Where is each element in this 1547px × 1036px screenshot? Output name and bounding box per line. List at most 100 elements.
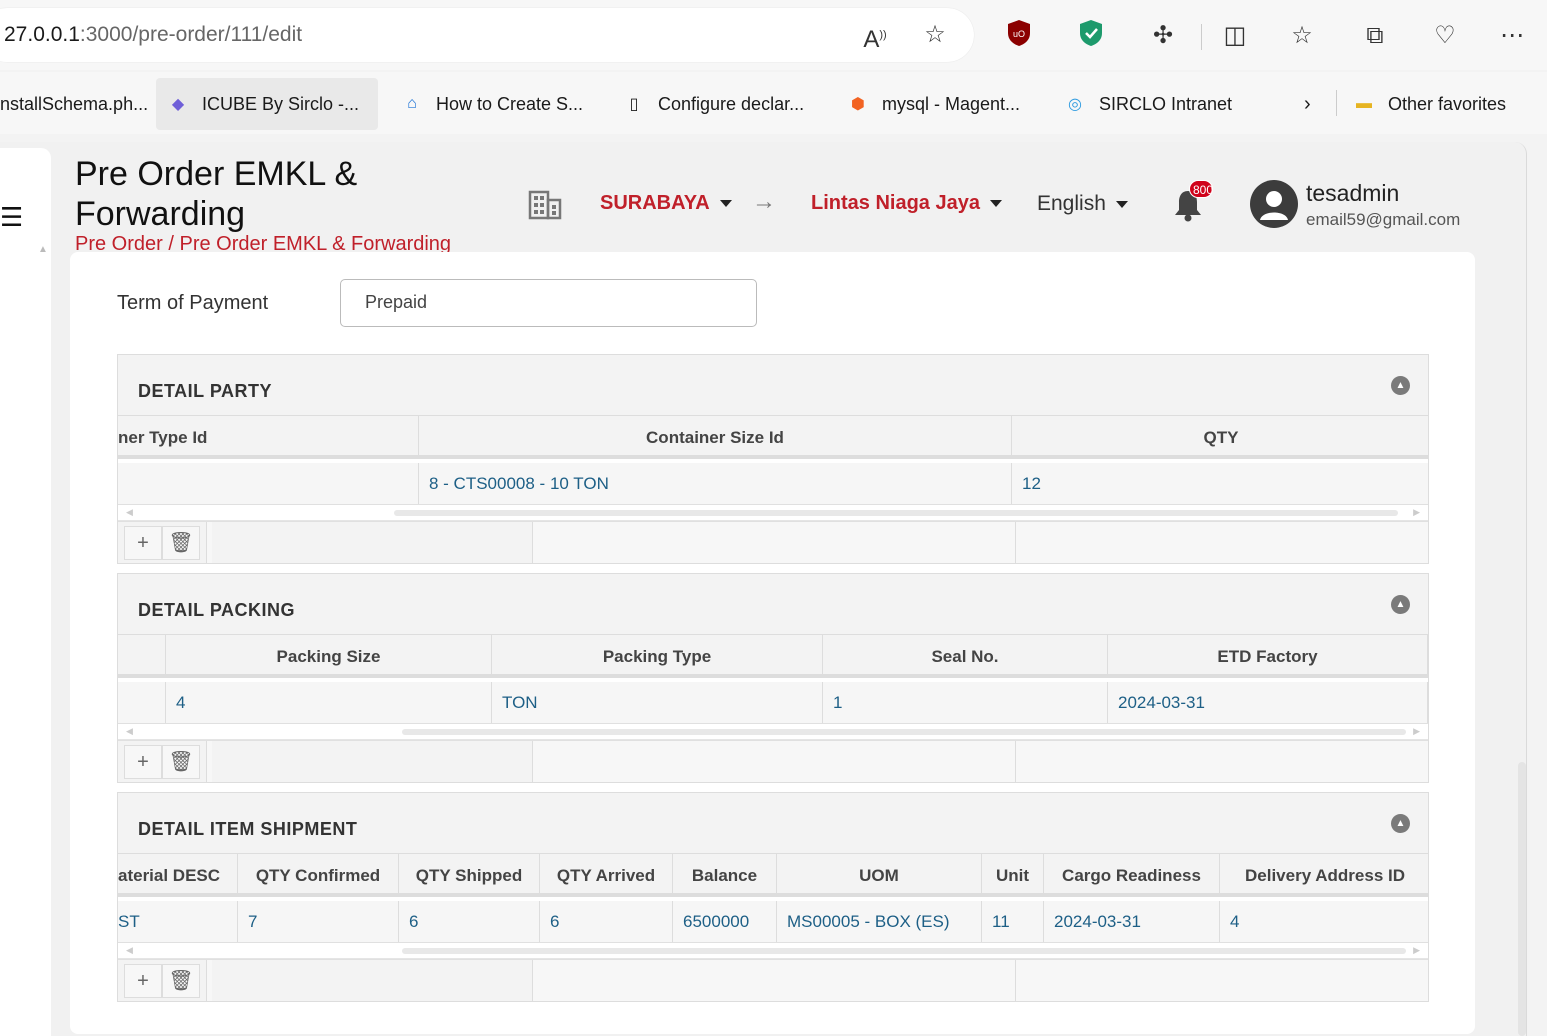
- trash-icon[interactable]: 🗑: [162, 745, 200, 779]
- add-row-button[interactable]: +: [124, 745, 162, 779]
- table-cell[interactable]: 7: [238, 901, 399, 942]
- column-header[interactable]: Seal No.: [823, 635, 1108, 678]
- table-cell[interactable]: ST: [118, 901, 238, 942]
- detail-item-shipment-grid: aterial DESC QTY Confirmed QTY Shipped Q…: [118, 853, 1428, 1001]
- favorites-list-icon[interactable]: ☆: [1285, 19, 1319, 53]
- grid-footer: + 🗑: [118, 521, 1428, 563]
- table-row[interactable]: 4 TON 1 2024-03-31: [118, 682, 1428, 724]
- page-scrollbar[interactable]: [1518, 762, 1526, 1036]
- more-menu-icon[interactable]: ⋯: [1495, 19, 1529, 53]
- hamburger-menu-icon[interactable]: ☰: [0, 204, 23, 230]
- detail-party-panel: DETAIL PARTY ▲ ner Type Id Container Siz…: [117, 354, 1429, 564]
- detail-packing-panel: DETAIL PACKING ▲ Packing Size Packing Ty…: [117, 573, 1429, 783]
- avatar[interactable]: [1250, 180, 1298, 228]
- trash-icon[interactable]: 🗑: [162, 526, 200, 560]
- collapse-icon[interactable]: ▲: [1391, 814, 1410, 833]
- footer-cell: [206, 960, 212, 1001]
- table-cell[interactable]: 6: [399, 901, 540, 942]
- table-cell[interactable]: 4: [1220, 901, 1428, 942]
- table-cell[interactable]: 11: [982, 901, 1044, 942]
- address-bar[interactable]: 27.0.0.1:3000/pre-order/111/edit A)) ☆: [0, 8, 974, 62]
- chevron-down-icon: [989, 200, 1002, 208]
- table-cell[interactable]: [118, 463, 419, 504]
- column-header[interactable]: QTY: [1012, 416, 1428, 459]
- grid-header: aterial DESC QTY Confirmed QTY Shipped Q…: [118, 853, 1428, 897]
- favorite-item[interactable]: ◎ SIRCLO Intranet: [1053, 78, 1242, 130]
- add-row-button[interactable]: +: [124, 526, 162, 560]
- extensions-puzzle-icon[interactable]: ✣: [1146, 19, 1180, 53]
- arrow-right-icon: →: [752, 188, 776, 215]
- column-header[interactable]: Delivery Address ID: [1220, 854, 1428, 897]
- favorite-item[interactable]: ⬢ mysql - Magent...: [836, 78, 1030, 130]
- detail-packing-grid: Packing Size Packing Type Seal No. ETD F…: [118, 634, 1428, 782]
- url-text[interactable]: 27.0.0.1:3000/pre-order/111/edit: [4, 23, 302, 47]
- horizontal-scrollbar[interactable]: ◀ ▶: [118, 505, 1428, 521]
- column-header[interactable]: Packing Size: [166, 635, 492, 678]
- table-cell[interactable]: 12: [1012, 463, 1428, 504]
- page-title: Pre Order EMKL & Forwarding: [75, 155, 358, 233]
- browser-essentials-icon[interactable]: ♡: [1428, 19, 1462, 53]
- column-header[interactable]: UOM: [777, 854, 982, 897]
- panel-title: DETAIL PARTY: [138, 381, 273, 401]
- location-selector[interactable]: SURABAYA: [600, 192, 732, 215]
- trash-icon[interactable]: 🗑: [162, 964, 200, 998]
- table-cell[interactable]: TON: [492, 682, 823, 723]
- table-cell[interactable]: 8 - CTS00008 - 10 TON: [419, 463, 1012, 504]
- chevron-right-icon[interactable]: ›: [1294, 78, 1321, 130]
- table-row[interactable]: ST 7 6 6 6500000 MS00005 - BOX (ES) 11 2…: [118, 901, 1428, 943]
- table-cell[interactable]: MS00005 - BOX (ES): [777, 901, 982, 942]
- panel-title: DETAIL PACKING: [138, 600, 296, 620]
- document-icon: ▯: [629, 96, 639, 113]
- table-cell[interactable]: 6500000: [673, 901, 777, 942]
- column-header[interactable]: Balance: [673, 854, 777, 897]
- toolbar-divider: [1201, 24, 1202, 50]
- star-icon[interactable]: ☆: [920, 20, 950, 50]
- horizontal-scrollbar[interactable]: ◀ ▶: [118, 943, 1428, 959]
- favorite-item[interactable]: ▯ Configure declar...: [612, 78, 814, 130]
- table-cell[interactable]: 2024-03-31: [1044, 901, 1220, 942]
- table-cell[interactable]: 4: [166, 682, 492, 723]
- column-header[interactable]: aterial DESC: [118, 854, 238, 897]
- scroll-up-icon[interactable]: ▲: [38, 244, 48, 255]
- column-header[interactable]: Unit: [982, 854, 1044, 897]
- column-header[interactable]: Container Size Id: [419, 416, 1012, 459]
- table-cell[interactable]: 6: [540, 901, 673, 942]
- collapse-icon[interactable]: ▲: [1391, 595, 1410, 614]
- grid-header: ner Type Id Container Size Id QTY: [118, 415, 1428, 459]
- user-email: email59@gmail.com: [1306, 210, 1461, 229]
- detail-party-grid: ner Type Id Container Size Id QTY 8 - CT…: [118, 415, 1428, 563]
- table-cell[interactable]: 2024-03-31: [1108, 682, 1428, 723]
- favorite-item[interactable]: ◆ ICUBE By Sirclo -...: [156, 78, 378, 130]
- split-screen-icon[interactable]: ◫: [1218, 19, 1252, 53]
- column-header[interactable]: Cargo Readiness: [1044, 854, 1220, 897]
- ublock-icon[interactable]: uO: [1002, 19, 1036, 53]
- grid-footer: + 🗑: [118, 740, 1428, 782]
- other-favorites[interactable]: ▬ Other favorites: [1342, 78, 1516, 130]
- app-window: ☰ ▲ Pre Order EMKL & Forwarding Pre Orde…: [0, 142, 1527, 1036]
- table-row[interactable]: 8 - CTS00008 - 10 TON 12: [118, 463, 1428, 505]
- favorite-item[interactable]: installSchema.ph...: [0, 78, 158, 130]
- term-of-payment-field[interactable]: Prepaid: [340, 279, 757, 327]
- column-header[interactable]: QTY Shipped: [399, 854, 540, 897]
- collections-icon[interactable]: ⧉: [1358, 19, 1392, 53]
- company-selector[interactable]: Lintas Niaga Jaya: [811, 192, 1002, 215]
- detail-item-shipment-panel: DETAIL ITEM SHIPMENT ▲ aterial DESC QTY …: [117, 792, 1429, 1002]
- collapse-icon[interactable]: ▲: [1391, 376, 1410, 395]
- column-header[interactable]: ner Type Id: [118, 416, 419, 459]
- table-cell[interactable]: 1: [823, 682, 1108, 723]
- add-row-button[interactable]: +: [124, 964, 162, 998]
- chevron-down-icon: [719, 200, 732, 208]
- table-cell[interactable]: [118, 682, 166, 723]
- column-header[interactable]: [118, 635, 166, 678]
- column-header[interactable]: Packing Type: [492, 635, 823, 678]
- term-of-payment-label: Term of Payment: [117, 292, 269, 314]
- read-aloud-icon[interactable]: A)): [860, 20, 890, 53]
- column-header[interactable]: QTY Confirmed: [238, 854, 399, 897]
- favorite-item[interactable]: ⌂ How to Create S...: [390, 78, 593, 130]
- horizontal-scrollbar[interactable]: ◀ ▶: [118, 724, 1428, 740]
- column-header[interactable]: QTY Arrived: [540, 854, 673, 897]
- column-header[interactable]: ETD Factory: [1108, 635, 1428, 678]
- shield-extension-icon[interactable]: [1074, 19, 1108, 53]
- language-selector[interactable]: English: [1037, 192, 1128, 216]
- footer-cell: [1015, 960, 1428, 1001]
